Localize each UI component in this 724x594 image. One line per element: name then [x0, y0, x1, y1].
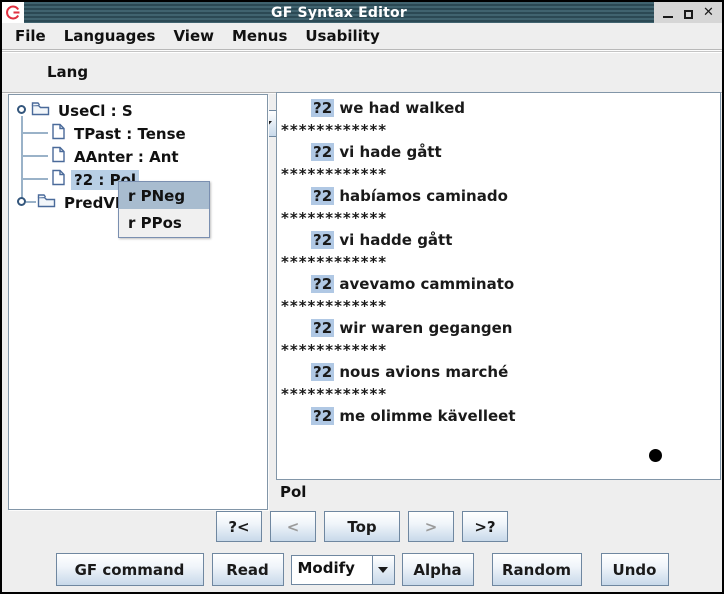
output-separator: ************: [281, 121, 718, 143]
syntax-tree-panel: UseCl : S TPast : Tense AAnter : Ant: [8, 94, 268, 510]
minimize-button[interactable]: [661, 6, 675, 20]
tree-connector-hline: [22, 132, 48, 134]
menu-view[interactable]: View: [164, 27, 223, 45]
undo-button[interactable]: Undo: [601, 553, 669, 586]
folder-icon: [37, 193, 56, 212]
output-separator: ************: [281, 341, 718, 363]
metavariable-highlight[interactable]: ?2: [311, 363, 334, 381]
tree-connector-hline: [22, 178, 48, 180]
tree-node-tpast[interactable]: TPast : Tense: [51, 122, 189, 145]
titlebar: GF Syntax Editor ✕: [2, 2, 722, 23]
metavariable-highlight[interactable]: ?2: [311, 187, 334, 205]
tree-expand-handle-expanded-icon[interactable]: [17, 105, 26, 114]
modify-combobox[interactable]: Modify: [291, 555, 395, 585]
metavariable-highlight[interactable]: ?2: [311, 319, 334, 337]
menu-menus[interactable]: Menus: [223, 27, 296, 45]
folder-icon: [31, 101, 50, 120]
popup-item-ppos[interactable]: r PPos: [119, 209, 209, 236]
maximize-button[interactable]: [681, 6, 695, 20]
window-controls: ✕: [654, 2, 722, 23]
navigation-row: ?< < Top > >?: [2, 511, 722, 542]
prev-metavariable-button[interactable]: ?<: [216, 511, 262, 542]
tree-node-label[interactable]: UseCl : S: [55, 101, 136, 121]
output-separator: ************: [281, 297, 718, 319]
document-icon: [51, 169, 66, 190]
output-separator: ************: [281, 253, 718, 275]
tree-connector-hline: [26, 201, 36, 203]
top-button[interactable]: Top: [324, 511, 400, 542]
focus-type-label: Pol: [280, 483, 306, 501]
next-metavariable-button[interactable]: >?: [462, 511, 508, 542]
chevron-down-icon[interactable]: [372, 556, 394, 584]
output-separator: ************: [281, 385, 718, 407]
tree-node-predvp[interactable]: PredVP: [37, 191, 129, 214]
alpha-button[interactable]: Alpha: [402, 553, 474, 586]
random-button[interactable]: Random: [492, 553, 582, 586]
output-sentence: ?2 nous avions marché: [281, 363, 718, 385]
window-title: GF Syntax Editor: [271, 5, 407, 21]
document-icon: [51, 123, 66, 144]
modify-combobox-value: Modify: [292, 556, 372, 584]
gf-command-button[interactable]: GF command: [56, 553, 204, 586]
titlebar-stripes[interactable]: GF Syntax Editor: [24, 2, 654, 23]
close-button[interactable]: ✕: [702, 6, 716, 20]
linearization-output-panel[interactable]: ?2 we had walked ************ ?2 vi hade…: [276, 92, 721, 480]
output-sentence: ?2 avevamo camminato: [281, 275, 718, 297]
toolbar: Lang New Open Text Save As New Grammar: [2, 51, 722, 93]
lang-label: Lang: [47, 63, 88, 81]
prev-button[interactable]: <: [270, 511, 316, 542]
output-separator: ************: [281, 209, 718, 231]
document-icon: [51, 146, 66, 167]
metavariable-highlight[interactable]: ?2: [311, 407, 334, 425]
tree-connector-vline: [21, 116, 23, 203]
action-row: GF command Read Modify Alpha Random Undo: [2, 553, 722, 586]
output-sentence: ?2 vi hadde gått: [281, 231, 718, 253]
app-window: GF Syntax Editor ✕ File Languages View M…: [0, 0, 724, 594]
output-sentence: ?2 we had walked: [281, 99, 718, 121]
tree-node-aanter[interactable]: AAnter : Ant: [51, 145, 182, 168]
metavariable-highlight[interactable]: ?2: [311, 231, 334, 249]
menu-languages[interactable]: Languages: [55, 27, 165, 45]
metavariable-highlight[interactable]: ?2: [311, 143, 334, 161]
metavariable-highlight[interactable]: ?2: [311, 275, 334, 293]
tree-node-label[interactable]: TPast : Tense: [71, 124, 189, 144]
tree-connector-hline: [22, 155, 48, 157]
read-button[interactable]: Read: [212, 553, 284, 586]
refinement-popup-menu: r PNeg r PPos: [118, 181, 210, 238]
output-sentence: ?2 wir waren gegangen: [281, 319, 718, 341]
output-sentence: ?2 me olimme kävelleet: [281, 407, 718, 429]
output-lines: ?2 we had walked ************ ?2 vi hade…: [281, 99, 718, 429]
output-separator: ************: [281, 165, 718, 187]
next-button[interactable]: >: [408, 511, 454, 542]
metavariable-highlight[interactable]: ?2: [311, 99, 334, 117]
focus-dot: [649, 449, 662, 462]
tree-node-label[interactable]: AAnter : Ant: [71, 147, 182, 167]
tree-expand-handle-collapsed-icon[interactable]: [17, 197, 26, 206]
tree-node-root[interactable]: UseCl : S: [31, 99, 136, 122]
menu-usability[interactable]: Usability: [296, 27, 388, 45]
output-sentence: ?2 habíamos caminado: [281, 187, 718, 209]
popup-item-pneg[interactable]: r PNeg: [119, 182, 209, 209]
gf-logo-icon: [2, 2, 24, 23]
menubar: File Languages View Menus Usability: [2, 23, 722, 50]
menu-file[interactable]: File: [6, 27, 55, 45]
output-sentence: ?2 vi hade gått: [281, 143, 718, 165]
